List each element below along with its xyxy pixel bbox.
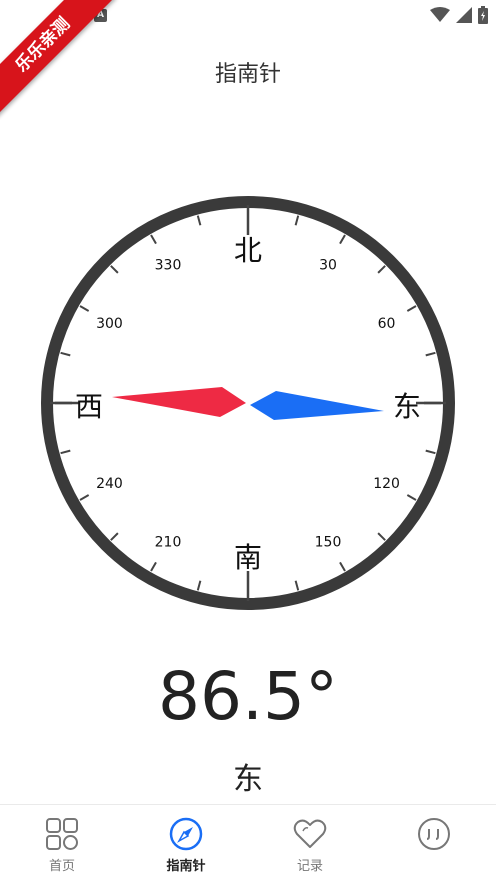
nav-label-records: 记录: [296, 859, 323, 874]
compass-tick: [79, 494, 90, 501]
heading-degrees: 86.5°: [158, 658, 338, 735]
nav-label-home: 首页: [48, 859, 75, 874]
nav-item-profile[interactable]: [372, 805, 496, 884]
compass-tick: [406, 305, 417, 312]
compass-tick: [150, 561, 157, 572]
grid-icon: [46, 818, 78, 850]
smiley-icon: [418, 818, 450, 850]
compass-tick: [339, 561, 346, 572]
compass-tick: [79, 305, 90, 312]
compass-tick: [425, 449, 436, 455]
needle-west: [112, 387, 246, 417]
cardinal-north: 北: [234, 234, 262, 267]
bottom-nav: 首页 指南针 记录: [0, 804, 496, 884]
nav-item-home[interactable]: 首页: [0, 805, 124, 884]
compass-tick: [60, 449, 71, 455]
nav-item-compass[interactable]: 指南针: [124, 805, 248, 884]
cardinal-south: 南: [234, 541, 262, 574]
compass-tick: [110, 265, 119, 274]
compass-tick: [60, 351, 71, 357]
compass-tick: [110, 532, 119, 541]
compass-tick: [196, 580, 202, 591]
degree-label-120: 120: [373, 476, 400, 492]
nav-label-compass: 指南针: [166, 859, 206, 874]
compass-tick: [377, 265, 386, 274]
cardinal-east: 东: [393, 390, 421, 423]
heading-direction: 东: [233, 762, 263, 797]
compass-icon: [169, 817, 203, 851]
heart-icon: [293, 819, 327, 848]
degree-label-150: 150: [315, 535, 342, 551]
needle-east: [250, 391, 384, 420]
compass-tick: [196, 215, 202, 226]
compass-tick: [294, 580, 300, 591]
compass-degree-labels: 30 60 120 150 210 240 300 330: [96, 257, 400, 550]
compass-tick: [150, 234, 157, 245]
degree-label-60: 60: [378, 316, 396, 332]
compass-dial: 30 60 120 150 210 240 300 330 北 南 西 东: [41, 196, 455, 610]
degree-label-330: 330: [155, 257, 182, 273]
cardinal-west: 西: [75, 390, 103, 423]
compass-tick: [425, 351, 436, 357]
compass-tick: [406, 494, 417, 501]
degree-label-240: 240: [96, 476, 123, 492]
degree-label-300: 300: [96, 316, 123, 332]
degree-label-30: 30: [319, 257, 337, 273]
nav-item-records[interactable]: 记录: [248, 805, 372, 884]
compass-tick: [294, 215, 300, 226]
compass-tick: [339, 234, 346, 245]
degree-label-210: 210: [155, 535, 182, 551]
compass-tick: [377, 532, 386, 541]
